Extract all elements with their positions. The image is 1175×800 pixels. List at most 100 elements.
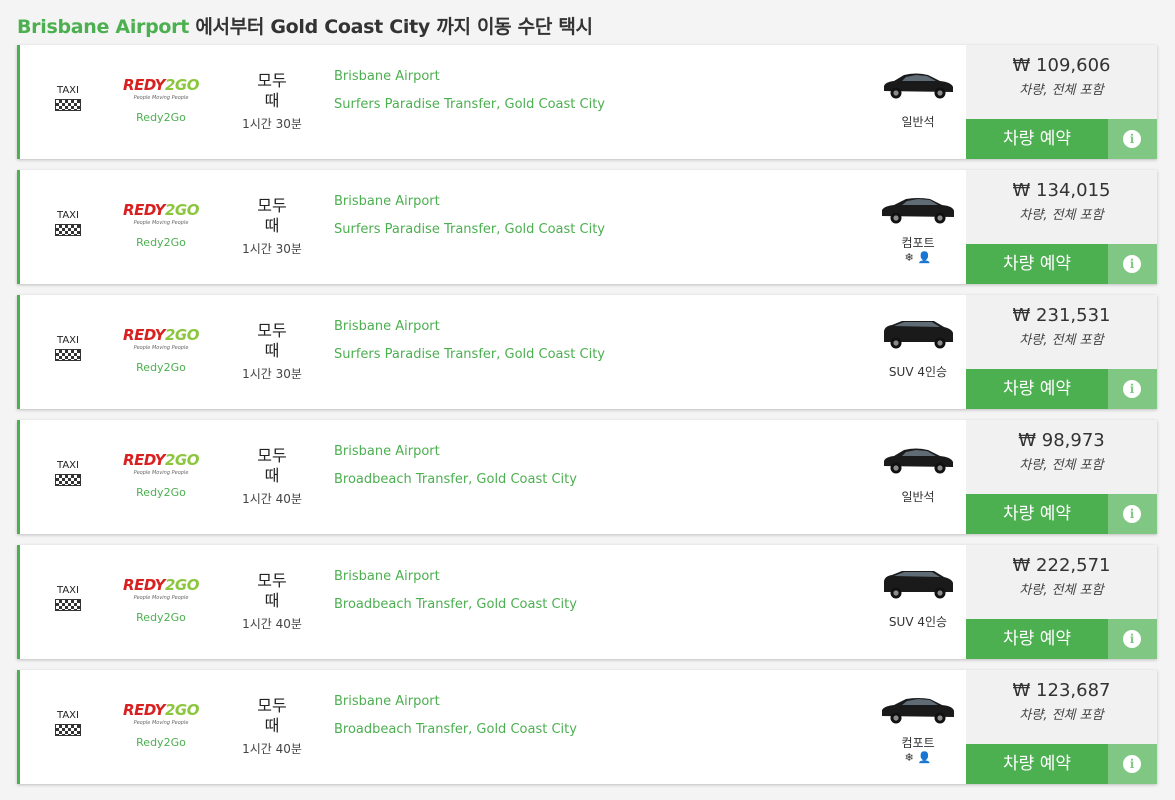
vehicle-info: 컴포트 ❄ 👤	[870, 194, 966, 265]
book-vehicle-button[interactable]: 차량 예약	[966, 619, 1108, 659]
company-name-link[interactable]: Redy2Go	[120, 111, 202, 124]
timing: 모두 때 1시간 40분	[235, 446, 309, 507]
availability-text: 모두 때	[257, 696, 287, 735]
page-title-text: 에서부터 Gold Coast City 까지 이동 수단 택시	[189, 16, 593, 38]
trip-duration: 1시간 40분	[242, 617, 302, 631]
route: Brisbane Airport Surfers Paradise Transf…	[334, 63, 605, 119]
info-icon: i	[1123, 380, 1141, 398]
vehicle-info: SUV 4인승	[870, 319, 966, 380]
logo-tagline: People Moving People	[133, 470, 189, 476]
vehicle-class: SUV 4인승	[888, 615, 948, 629]
redy2go-logo: REDY2GO	[120, 450, 202, 470]
suv-icon	[884, 321, 953, 349]
sedan-car-icon	[884, 448, 953, 474]
luxury-sedan-icon	[882, 698, 954, 724]
taxi-checker-icon	[55, 99, 81, 111]
company-name-link[interactable]: Redy2Go	[120, 736, 202, 749]
taxi-label: TAXI	[57, 460, 79, 471]
logo-tagline: People Moving People	[133, 345, 189, 351]
info-button[interactable]: i	[1108, 244, 1157, 284]
route-to[interactable]: Surfers Paradise Transfer, Gold Coast Ci…	[334, 341, 605, 369]
company-name-link[interactable]: Redy2Go	[120, 236, 202, 249]
info-icon: i	[1123, 505, 1141, 523]
info-icon: i	[1123, 630, 1141, 648]
logo-text-red: REDY	[123, 201, 165, 219]
info-button[interactable]: i	[1108, 369, 1157, 409]
route-to[interactable]: Surfers Paradise Transfer, Gold Coast Ci…	[334, 91, 605, 119]
price-panel: ₩ 231,531 차량, 전체 포함 차량 예약 i	[966, 295, 1157, 409]
route: Brisbane Airport Surfers Paradise Transf…	[334, 188, 605, 244]
book-vehicle-button[interactable]: 차량 예약	[966, 744, 1108, 784]
air-conditioning-icon: ❄	[904, 251, 914, 264]
transfer-result-card: TAXI REDY2GO People Moving People Redy2G…	[17, 170, 1157, 284]
taxi-checker-icon	[55, 724, 81, 736]
logo-text-green: 2GO	[164, 701, 200, 719]
company-name-link[interactable]: Redy2Go	[120, 361, 202, 374]
info-button[interactable]: i	[1108, 494, 1157, 534]
taxi-checker-icon	[55, 349, 81, 361]
availability-text: 모두 때	[257, 321, 287, 360]
redy2go-logo: REDY2GO	[120, 325, 202, 345]
company-name-link[interactable]: Redy2Go	[120, 486, 202, 499]
taxi-type-badge: TAXI	[50, 85, 86, 111]
logo-tagline: People Moving People	[133, 595, 189, 601]
taxi-type-badge: TAXI	[50, 210, 86, 236]
company-logo: REDY2GO People Moving People Redy2Go	[120, 200, 202, 249]
route-to[interactable]: Broadbeach Transfer, Gold Coast City	[334, 466, 577, 494]
info-button[interactable]: i	[1108, 744, 1157, 784]
logo-tagline: People Moving People	[133, 95, 189, 101]
taxi-label: TAXI	[57, 210, 79, 221]
origin-link[interactable]: Brisbane Airport	[17, 16, 189, 38]
price-note: 차량, 전체 포함	[1019, 708, 1104, 723]
logo-tagline: People Moving People	[133, 720, 189, 726]
vehicle-info: 일반석	[870, 69, 966, 130]
company-logo: REDY2GO People Moving People Redy2Go	[120, 75, 202, 124]
trip-duration: 1시간 30분	[242, 242, 302, 256]
price-panel: ₩ 222,571 차량, 전체 포함 차량 예약 i	[966, 545, 1157, 659]
redy2go-logo: REDY2GO	[120, 200, 202, 220]
price-note: 차량, 전체 포함	[1019, 208, 1104, 223]
book-vehicle-button[interactable]: 차량 예약	[966, 494, 1108, 534]
info-icon: i	[1123, 130, 1141, 148]
taxi-checker-icon	[55, 474, 81, 486]
info-button[interactable]: i	[1108, 619, 1157, 659]
price: ₩ 231,531	[1012, 305, 1111, 326]
taxi-label: TAXI	[57, 85, 79, 96]
availability-text: 모두 때	[257, 196, 287, 235]
route-to[interactable]: Surfers Paradise Transfer, Gold Coast Ci…	[334, 216, 605, 244]
route-from[interactable]: Brisbane Airport	[334, 63, 605, 91]
price-note: 차량, 전체 포함	[1019, 83, 1104, 98]
price-panel: ₩ 123,687 차량, 전체 포함 차량 예약 i	[966, 670, 1157, 784]
transfer-result-card: TAXI REDY2GO People Moving People Redy2G…	[17, 295, 1157, 409]
route-from[interactable]: Brisbane Airport	[334, 438, 577, 466]
availability-text: 모두 때	[257, 446, 287, 485]
route-from[interactable]: Brisbane Airport	[334, 188, 605, 216]
company-logo: REDY2GO People Moving People Redy2Go	[120, 575, 202, 624]
route: Brisbane Airport Broadbeach Transfer, Go…	[334, 438, 577, 494]
amenities: ❄ 👤	[870, 251, 966, 265]
route-to[interactable]: Broadbeach Transfer, Gold Coast City	[334, 591, 577, 619]
passenger-icon: 👤	[917, 251, 932, 264]
price: ₩ 134,015	[1012, 180, 1111, 201]
taxi-type-badge: TAXI	[50, 460, 86, 486]
logo-text-red: REDY	[123, 451, 165, 469]
timing: 모두 때 1시간 30분	[235, 196, 309, 257]
route-from[interactable]: Brisbane Airport	[334, 313, 605, 341]
vehicle-class: 일반석	[901, 490, 935, 504]
logo-text-red: REDY	[123, 326, 165, 344]
vehicle-info: SUV 4인승	[870, 569, 966, 630]
timing: 모두 때 1시간 30분	[235, 71, 309, 132]
transfer-result-card: TAXI REDY2GO People Moving People Redy2G…	[17, 545, 1157, 659]
book-vehicle-button[interactable]: 차량 예약	[966, 244, 1108, 284]
book-vehicle-button[interactable]: 차량 예약	[966, 369, 1108, 409]
logo-text-green: 2GO	[164, 326, 200, 344]
company-name-link[interactable]: Redy2Go	[120, 611, 202, 624]
route-from[interactable]: Brisbane Airport	[334, 563, 577, 591]
route-to[interactable]: Broadbeach Transfer, Gold Coast City	[334, 716, 577, 744]
company-logo: REDY2GO People Moving People Redy2Go	[120, 325, 202, 374]
vehicle-class: SUV 4인승	[888, 365, 948, 379]
trip-duration: 1시간 30분	[242, 367, 302, 381]
info-button[interactable]: i	[1108, 119, 1157, 159]
book-vehicle-button[interactable]: 차량 예약	[966, 119, 1108, 159]
route-from[interactable]: Brisbane Airport	[334, 688, 577, 716]
